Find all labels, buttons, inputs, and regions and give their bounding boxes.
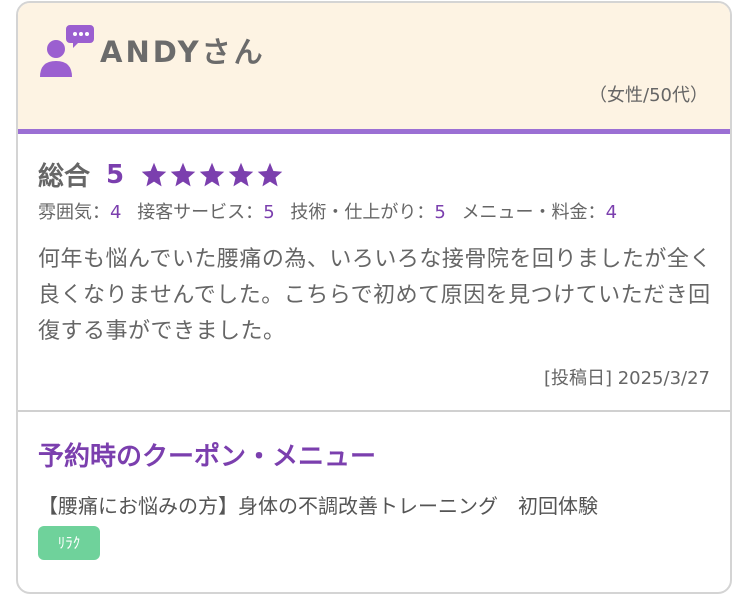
review-card: ANDYさん （女性/50代） 総合 5 雰囲気：4 接客サービス：5 技術・仕…	[16, 1, 732, 594]
category-tag: ﾘﾗｸ	[38, 526, 100, 560]
coupon-section: 予約時のクーポン・メニュー 【腰痛にお悩みの方】身体の不調改善トレーニング 初回…	[18, 412, 730, 592]
subscore-label: メニュー・料金：	[461, 202, 606, 223]
star-icon	[170, 162, 196, 186]
subscores: 雰囲気：4 接客サービス：5 技術・仕上がり：5 メニュー・料金：4	[38, 198, 627, 224]
overall-rating: 総合 5	[38, 156, 285, 193]
coupon-text[interactable]: 【腰痛にお悩みの方】身体の不調改善トレーニング 初回体験	[38, 490, 728, 519]
overall-score: 5	[106, 159, 125, 190]
subscore-value: 4	[110, 202, 122, 223]
star-icon	[141, 162, 167, 186]
subscore-value: 5	[263, 202, 275, 223]
reviewer-name: ANDYさん	[100, 35, 266, 69]
subscore-label: 技術・仕上がり：	[290, 202, 435, 223]
user-comment-icon	[40, 25, 94, 77]
review-text: 何年も悩んでいた腰痛の為、いろいろな接骨院を回りましたが全く良くなりませんでした…	[38, 247, 712, 344]
review-header: ANDYさん （女性/50代）	[18, 3, 730, 134]
coupon-title: 予約時のクーポン・メニュー	[38, 442, 377, 472]
subscore-value: 5	[434, 202, 446, 223]
star-icon	[199, 162, 225, 186]
star-rating	[140, 161, 285, 189]
overall-label: 総合	[38, 162, 91, 192]
star-icon	[257, 162, 283, 186]
reviewer-demographic: （女性/50代）	[589, 85, 708, 106]
subscore-label: 接客サービス：	[137, 202, 264, 223]
star-icon	[228, 162, 254, 186]
subscore-label: 雰囲気：	[38, 202, 110, 223]
subscore-value: 4	[605, 202, 618, 223]
review-body: 総合 5 雰囲気：4 接客サービス：5 技術・仕上がり：5 メニュー・料金：4 …	[18, 134, 730, 412]
posted-date: [投稿日] 2025/3/27	[543, 368, 710, 389]
